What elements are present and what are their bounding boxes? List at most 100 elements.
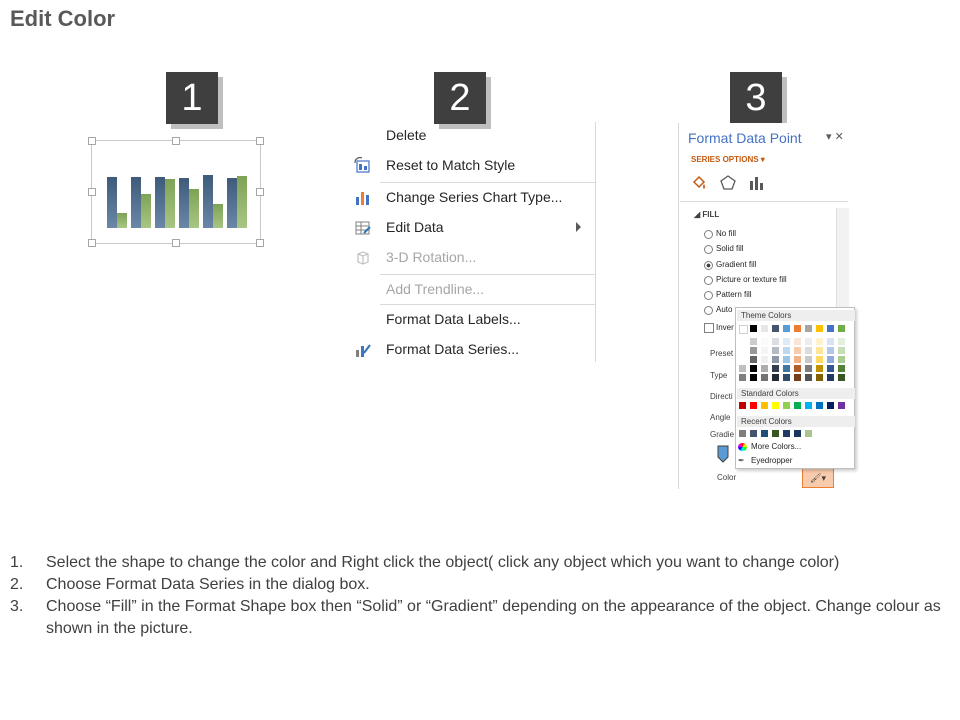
theme-color-swatch[interactable]: [794, 356, 801, 363]
effects-tab-icon[interactable]: [719, 174, 737, 192]
theme-color-swatch[interactable]: [794, 374, 801, 381]
theme-color-swatch[interactable]: [805, 338, 812, 345]
theme-color-swatch[interactable]: [838, 365, 845, 372]
chart-bar-series-a[interactable]: [155, 177, 165, 228]
standard-color-swatch[interactable]: [827, 402, 834, 409]
chart-bar-series-b[interactable]: [141, 194, 151, 228]
theme-color-swatch[interactable]: [772, 374, 779, 381]
theme-color-swatch[interactable]: [805, 347, 812, 354]
picture-fill-radio[interactable]: [704, 276, 713, 285]
recent-color-swatch[interactable]: [750, 430, 757, 437]
theme-color-swatch[interactable]: [838, 347, 845, 354]
menu-item-format-data-labels[interactable]: Format Data Labels...: [386, 311, 521, 327]
theme-color-swatch[interactable]: [772, 325, 779, 332]
theme-color-swatch[interactable]: [783, 325, 790, 332]
theme-color-swatch[interactable]: [783, 365, 790, 372]
series-options-tab-icon[interactable]: [747, 174, 765, 192]
auto-fill-radio[interactable]: [704, 306, 713, 315]
theme-color-swatch[interactable]: [794, 325, 801, 332]
menu-item-format-data-series[interactable]: Format Data Series...: [386, 341, 519, 357]
theme-color-swatch[interactable]: [772, 338, 779, 345]
theme-color-swatch[interactable]: [783, 338, 790, 345]
theme-color-swatch[interactable]: [750, 365, 757, 372]
selection-handle[interactable]: [256, 239, 264, 247]
theme-color-swatch[interactable]: [805, 365, 812, 372]
standard-color-swatch[interactable]: [772, 402, 779, 409]
theme-color-swatch[interactable]: [794, 338, 801, 345]
standard-color-swatch[interactable]: [750, 402, 757, 409]
theme-color-swatch[interactable]: [827, 325, 834, 332]
fill-line-tab-icon[interactable]: [690, 174, 708, 192]
chart-bar-series-a[interactable]: [227, 178, 237, 228]
standard-color-swatch[interactable]: [783, 402, 790, 409]
gradient-fill-radio[interactable]: [704, 261, 713, 270]
selection-handle[interactable]: [88, 239, 96, 247]
theme-color-swatch[interactable]: [750, 325, 757, 332]
more-colors-item[interactable]: More Colors...: [751, 442, 801, 451]
color-picker-button[interactable]: 🖌▾: [802, 468, 834, 488]
chart-bar-series-a[interactable]: [179, 178, 189, 228]
theme-color-swatch[interactable]: [739, 347, 746, 354]
theme-color-swatch[interactable]: [838, 338, 845, 345]
theme-color-swatch[interactable]: [827, 347, 834, 354]
selection-handle[interactable]: [172, 239, 180, 247]
theme-color-swatch[interactable]: [750, 338, 757, 345]
theme-color-swatch[interactable]: [739, 374, 746, 381]
standard-color-swatch[interactable]: [761, 402, 768, 409]
menu-item-3d-rotation[interactable]: 3-D Rotation...: [386, 249, 476, 265]
theme-color-swatch[interactable]: [794, 365, 801, 372]
recent-color-swatch[interactable]: [805, 430, 812, 437]
selection-handle[interactable]: [256, 188, 264, 196]
standard-color-swatch[interactable]: [739, 402, 746, 409]
fill-section-heading[interactable]: ◢ FILL: [694, 210, 719, 219]
chart-bar-series-b[interactable]: [165, 179, 175, 228]
theme-color-swatch[interactable]: [827, 365, 834, 372]
gradient-stop-icon[interactable]: [716, 445, 730, 463]
theme-color-swatch[interactable]: [827, 338, 834, 345]
chart-bar-series-b[interactable]: [189, 189, 199, 228]
menu-item-change-chart-type[interactable]: Change Series Chart Type...: [386, 189, 562, 205]
recent-color-swatch[interactable]: [772, 430, 779, 437]
theme-color-swatch[interactable]: [816, 325, 823, 332]
theme-color-swatch[interactable]: [772, 347, 779, 354]
theme-color-swatch[interactable]: [739, 365, 746, 372]
theme-color-swatch[interactable]: [761, 347, 768, 354]
theme-color-swatch[interactable]: [816, 356, 823, 363]
standard-color-swatch[interactable]: [838, 402, 845, 409]
theme-color-swatch[interactable]: [750, 374, 757, 381]
theme-color-swatch[interactable]: [794, 347, 801, 354]
theme-color-swatch[interactable]: [772, 356, 779, 363]
menu-item-reset-style[interactable]: Reset to Match Style: [386, 157, 515, 173]
theme-color-swatch[interactable]: [783, 356, 790, 363]
theme-color-swatch[interactable]: [838, 374, 845, 381]
chart-preview[interactable]: [88, 137, 264, 247]
theme-color-swatch[interactable]: [816, 365, 823, 372]
pane-scrollbar[interactable]: [836, 208, 849, 308]
series-options-dropdown[interactable]: SERIES OPTIONS ▾: [691, 155, 765, 164]
pane-controls[interactable]: ▾ ✕: [826, 130, 844, 143]
theme-color-swatch[interactable]: [739, 338, 746, 345]
chart-bar-series-a[interactable]: [131, 177, 141, 228]
theme-color-swatch[interactable]: [827, 374, 834, 381]
eyedropper-item[interactable]: Eyedropper: [751, 456, 792, 465]
standard-color-swatch[interactable]: [805, 402, 812, 409]
theme-color-swatch[interactable]: [805, 356, 812, 363]
selection-handle[interactable]: [256, 137, 264, 145]
theme-color-swatch[interactable]: [827, 356, 834, 363]
theme-color-swatch[interactable]: [750, 356, 757, 363]
theme-color-swatch[interactable]: [761, 374, 768, 381]
selection-handle[interactable]: [172, 137, 180, 145]
theme-color-swatch[interactable]: [772, 365, 779, 372]
menu-item-edit-data[interactable]: Edit Data: [386, 219, 444, 235]
theme-color-swatch[interactable]: [805, 374, 812, 381]
theme-color-swatch[interactable]: [739, 356, 746, 363]
menu-item-delete[interactable]: Delete: [386, 127, 426, 143]
recent-color-swatch[interactable]: [794, 430, 801, 437]
theme-color-swatch[interactable]: [750, 347, 757, 354]
standard-color-swatch[interactable]: [816, 402, 823, 409]
theme-color-swatch[interactable]: [838, 356, 845, 363]
theme-color-swatch[interactable]: [816, 338, 823, 345]
pattern-fill-radio[interactable]: [704, 291, 713, 300]
theme-color-swatch[interactable]: [761, 325, 768, 332]
chart-bar-series-a[interactable]: [107, 177, 117, 228]
